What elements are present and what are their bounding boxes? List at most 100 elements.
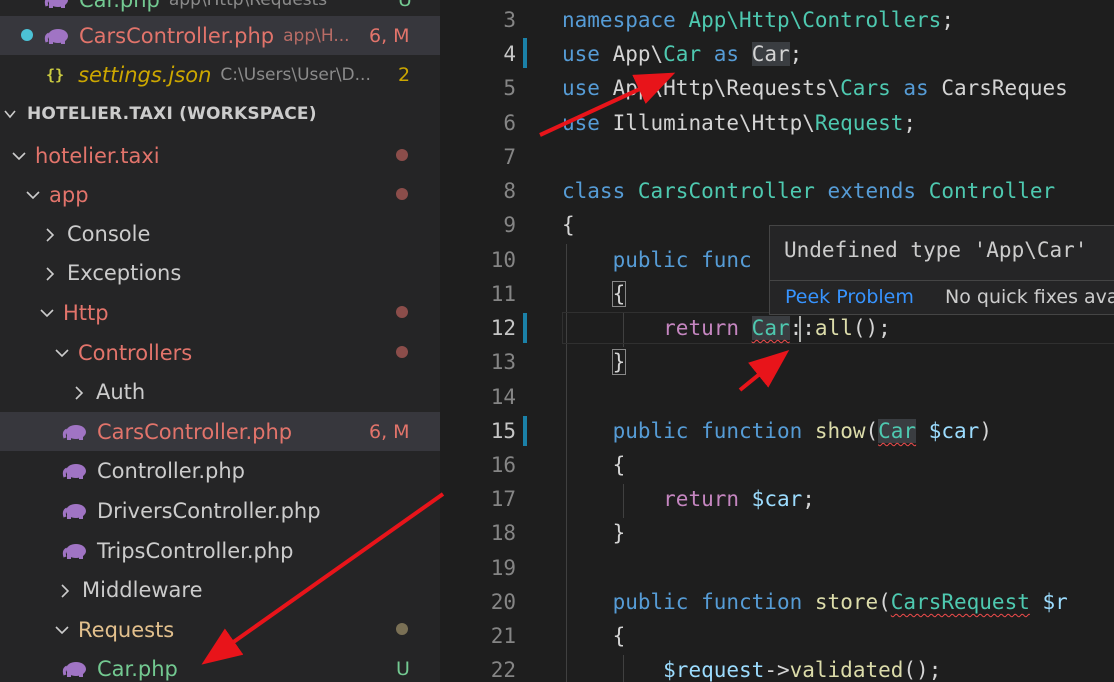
git-status-badge: 6, M [369, 420, 410, 443]
tree-file-tripscontroller[interactable]: TripsController.php [0, 531, 440, 570]
chevron-down-icon [12, 150, 26, 162]
line-number: 9 [503, 213, 516, 237]
tree-label: Auth [96, 379, 146, 404]
peek-problem-link[interactable]: Peek Problem [785, 286, 914, 308]
code-line-20: public function store(CarsRequest $r [612, 590, 1068, 614]
php-elephant-icon [62, 422, 88, 442]
php-elephant-icon [62, 659, 88, 679]
tree-label: app [49, 182, 89, 207]
tree-file-controller[interactable]: Controller.php [0, 451, 440, 490]
gutter-modified-indicator [523, 313, 527, 343]
tree-folder-requests[interactable]: Requests [0, 610, 440, 649]
gutter-modified-indicator [523, 38, 527, 68]
code-line-8: class CarsController extends Controller [562, 179, 1056, 203]
line-number: 15 [490, 419, 516, 443]
explorer-sidebar: Car.php app\Http\Requests U CarsControll… [0, 0, 440, 682]
problem-hover-widget: Undefined type 'App\Car' Peek Problem No… [769, 225, 1114, 315]
line-number: 17 [490, 487, 516, 511]
chevron-down-icon [40, 307, 54, 319]
code-line-10: public func [612, 248, 752, 272]
line-number: 7 [503, 145, 516, 169]
line-number: 16 [490, 453, 516, 477]
workspace-section-header[interactable]: HOTELIER.TAXI (WORKSPACE) [0, 96, 440, 132]
php-elephant-icon [62, 541, 88, 561]
tree-folder-app[interactable]: app [0, 175, 440, 214]
hover-divider [770, 280, 1114, 281]
tree-folder-controllers[interactable]: Controllers [0, 333, 440, 372]
modified-dot-icon [396, 346, 408, 358]
open-editor-path: C:\Users\User\D... [220, 64, 371, 85]
unsaved-dot-icon[interactable] [21, 29, 33, 41]
git-status-badge: U [396, 657, 410, 680]
tree-label: Car.php [97, 656, 178, 681]
tree-label: Middleware [82, 577, 203, 602]
chevron-down-icon [55, 347, 69, 359]
tree-folder-auth[interactable]: Auth [0, 372, 440, 411]
php-elephant-icon [44, 26, 70, 46]
tree-label: Exceptions [67, 260, 182, 285]
line-number: 12 [490, 316, 516, 340]
line-number: 22 [490, 658, 516, 682]
open-editor-filename: CarsController.php [79, 23, 275, 48]
tree-label: DriversController.php [97, 498, 321, 523]
code-line-6: use Illuminate\Http\Request; [562, 111, 917, 135]
chevron-right-icon [59, 583, 71, 598]
line-number: 14 [490, 385, 516, 409]
tree-folder-middleware[interactable]: Middleware [0, 570, 440, 609]
line-number: 8 [503, 179, 516, 203]
php-elephant-icon [62, 501, 88, 521]
line-number: 21 [490, 624, 516, 648]
quick-fix-status: No quick fixes ava [945, 286, 1114, 308]
line-number: 5 [503, 76, 516, 100]
git-status-badge: 6, M [369, 24, 410, 47]
code-line-9: { [562, 213, 575, 237]
php-elephant-icon [62, 461, 88, 481]
line-number: 19 [490, 556, 516, 580]
tree-label: Controllers [78, 340, 193, 365]
chevron-down-icon [4, 108, 16, 120]
open-editor-carscontroller[interactable]: CarsController.php app\H... 6, M [0, 16, 440, 55]
tree-label: hotelier.taxi [35, 143, 160, 168]
open-editor-filename: Car.php [79, 0, 160, 12]
line-number: 10 [490, 248, 516, 272]
modified-dot-icon [396, 149, 408, 161]
code-line-21: { [562, 624, 626, 648]
tree-label: Console [67, 221, 151, 246]
chevron-down-icon [55, 624, 69, 636]
tree-label: Http [63, 300, 109, 325]
line-number: 13 [490, 350, 516, 374]
open-editor-settings-json[interactable]: {} settings.json C:\Users\User\D... 2 [0, 55, 440, 94]
code-line-22: $request->validated(); [663, 658, 942, 682]
tree-folder-exceptions[interactable]: Exceptions [0, 253, 440, 292]
code-line-11: { [611, 281, 627, 307]
gutter-modified-indicator [523, 416, 527, 446]
git-status-badge: U [398, 0, 412, 11]
line-number: 4 [503, 42, 516, 66]
code-line-18: } [562, 521, 626, 545]
code-editor[interactable]: 3 4 5 6 7 8 9 10 11 12 13 14 15 16 17 18… [440, 0, 1114, 682]
line-number: 6 [503, 111, 516, 135]
tree-folder-console[interactable]: Console [0, 214, 440, 253]
code-line-4: use App\Car as Car; [562, 42, 803, 66]
code-line-15: public function show(Car $car) [612, 419, 992, 443]
php-elephant-icon [44, 0, 70, 10]
open-editor-path: app\Http\Requests [169, 0, 327, 10]
tree-folder-http[interactable]: Http [0, 293, 440, 332]
code-line-5: use App\Http\Requests\Cars as CarsReques [562, 76, 1068, 100]
code-line-17: return $car; [663, 487, 815, 511]
tree-file-carscontroller[interactable]: CarsController.php 6, M [0, 412, 440, 451]
untracked-dot-icon [396, 623, 408, 635]
line-number: 3 [503, 8, 516, 32]
tree-label: Controller.php [97, 458, 246, 483]
line-number: 11 [490, 282, 516, 306]
tree-label: Requests [78, 617, 175, 642]
chevron-right-icon [44, 227, 56, 242]
tree-file-car-php[interactable]: Car.php U [0, 649, 440, 682]
tree-file-driverscontroller[interactable]: DriversController.php [0, 491, 440, 530]
tree-folder-hotelier-taxi[interactable]: hotelier.taxi [0, 136, 440, 175]
problem-count-badge: 2 [398, 63, 411, 86]
json-braces-icon: {} [46, 65, 65, 84]
line-number: 18 [490, 521, 516, 545]
line-number: 20 [490, 590, 516, 614]
modified-dot-icon [396, 188, 408, 200]
